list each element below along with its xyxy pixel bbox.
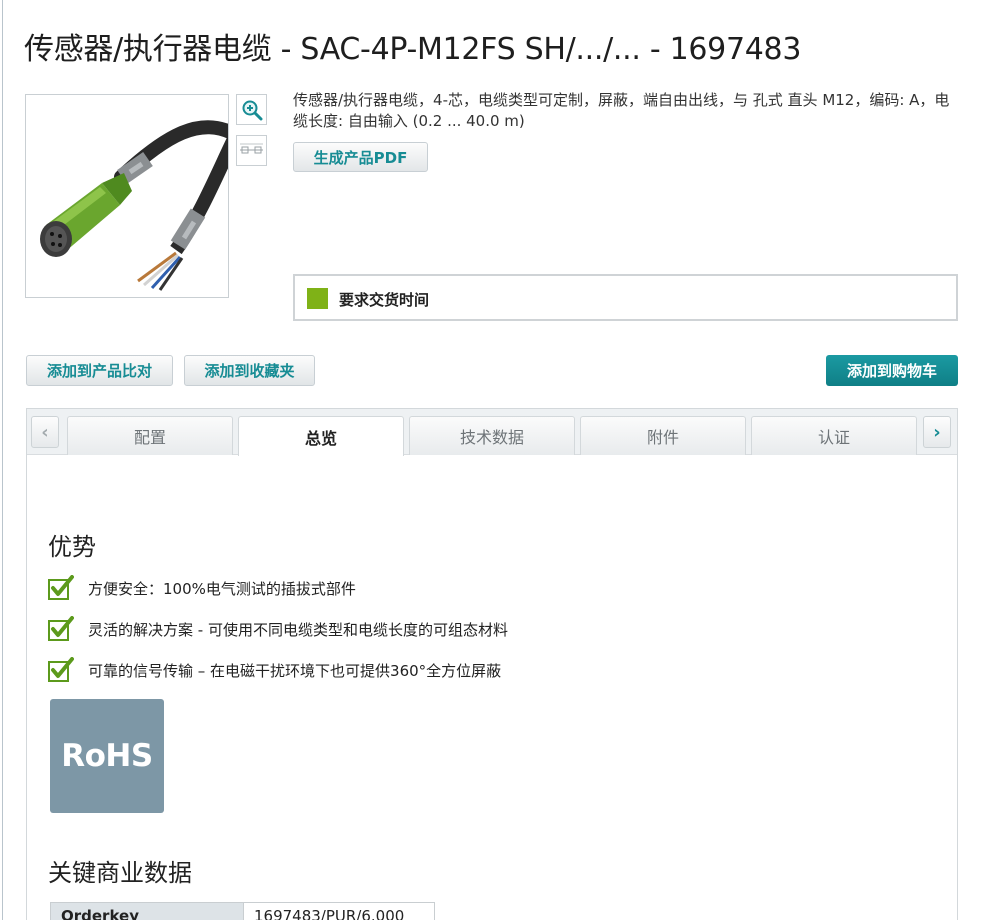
delivery-status-label: 要求交货时间 bbox=[339, 291, 430, 309]
table-row: Orderkey 1697483/PUR/6.000 bbox=[50, 902, 435, 920]
delivery-status-box: 要求交货时间 bbox=[293, 274, 958, 321]
tab-overview[interactable]: 总览 bbox=[238, 416, 404, 456]
rohs-logo: RoHS bbox=[50, 699, 164, 813]
table-key-cell: Orderkey bbox=[50, 902, 244, 920]
zoom-in-icon bbox=[242, 100, 262, 120]
green-checkmark-icon bbox=[48, 575, 74, 601]
generate-pdf-button[interactable]: 生成产品PDF bbox=[293, 142, 428, 172]
tab-technical-data[interactable]: 技术数据 bbox=[409, 416, 575, 455]
business-data-heading: 关键商业数据 bbox=[48, 859, 192, 887]
tab-accessories[interactable]: 附件 bbox=[580, 416, 746, 455]
advantage-text: 灵活的解决方案 - 可使用不同电缆类型和电缆长度的可组态材料 bbox=[88, 620, 508, 639]
table-value-cell: 1697483/PUR/6.000 bbox=[243, 902, 435, 920]
advantage-text: 可靠的信号传输 – 在电磁干扰环境下也可提供360°全方位屏蔽 bbox=[88, 661, 502, 680]
page-title: 传感器/执行器电缆 - SAC-4P-M12FS SH/.../... - 16… bbox=[24, 32, 802, 67]
tab-prev-button[interactable]: ‹ bbox=[31, 416, 59, 448]
dimension-drawing-thumbnail[interactable] bbox=[236, 135, 267, 166]
green-checkmark-icon bbox=[48, 616, 74, 642]
tab-bar: ‹ 配置 总览 技术数据 附件 认证 › bbox=[27, 409, 957, 456]
product-image[interactable] bbox=[25, 94, 229, 298]
chevron-right-icon: › bbox=[933, 421, 941, 443]
advantage-item: 可靠的信号传输 – 在电磁干扰环境下也可提供360°全方位屏蔽 bbox=[48, 656, 501, 684]
zoom-button[interactable] bbox=[236, 94, 267, 125]
tab-configuration[interactable]: 配置 bbox=[67, 416, 233, 455]
advantage-item: 方便安全：100%电气测试的插拔式部件 bbox=[48, 574, 356, 602]
drawing-thumbnail-icon bbox=[240, 143, 263, 154]
advantage-item: 灵活的解决方案 - 可使用不同电缆类型和电缆长度的可组态材料 bbox=[48, 615, 508, 643]
advantages-heading: 优势 bbox=[48, 533, 96, 561]
delivery-status-indicator bbox=[307, 288, 328, 309]
cable-product-illustration bbox=[40, 120, 228, 291]
add-to-cart-button[interactable]: 添加到购物车 bbox=[826, 355, 958, 386]
product-description: 传感器/执行器电缆，4-芯，电缆类型可定制，屏蔽，端自由出线，与 孔式 直头 M… bbox=[293, 91, 950, 130]
advantage-text: 方便安全：100%电气测试的插拔式部件 bbox=[88, 579, 356, 598]
chevron-left-icon: ‹ bbox=[41, 421, 49, 443]
business-data-table: Orderkey 1697483/PUR/6.000 bbox=[50, 902, 435, 920]
left-border bbox=[2, 0, 3, 920]
green-checkmark-icon bbox=[48, 657, 74, 683]
add-to-compare-button[interactable]: 添加到产品比对 bbox=[26, 355, 173, 386]
add-to-favorites-button[interactable]: 添加到收藏夹 bbox=[184, 355, 315, 386]
tab-approvals[interactable]: 认证 bbox=[751, 416, 917, 455]
tab-next-button[interactable]: › bbox=[923, 416, 951, 448]
